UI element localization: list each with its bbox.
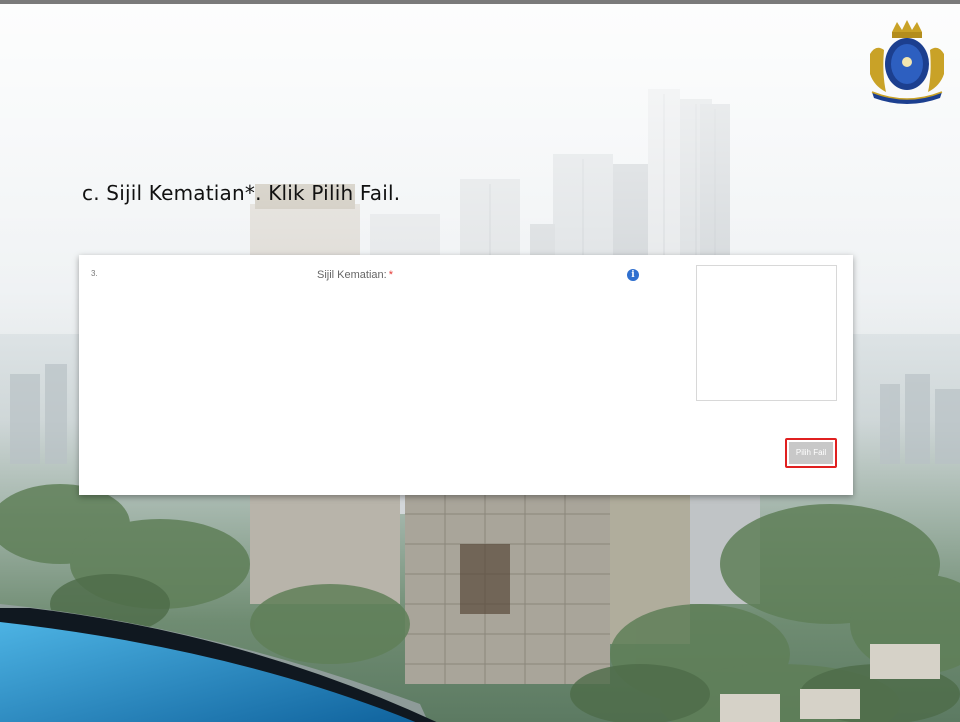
info-icon[interactable]: i [627, 269, 639, 281]
presentation-slide: c. Sijil Kematian*. Klik Pilih Fail. 3. … [0, 0, 960, 722]
state-crest-logo [870, 20, 944, 104]
choose-file-label: Pilih Fail [789, 442, 833, 464]
instruction-text: c. Sijil Kematian*. Klik Pilih Fail. [82, 181, 401, 205]
required-marker: * [388, 269, 393, 281]
field-label: Sijil Kematian: * [317, 269, 393, 281]
file-preview-box [696, 265, 837, 401]
field-label-text: Sijil Kematian: [317, 269, 387, 281]
choose-file-button[interactable]: Pilih Fail [785, 438, 837, 468]
row-number: 3. [91, 269, 98, 278]
upload-form-screenshot: 3. Sijil Kematian: * i Pilih Fail [79, 255, 853, 495]
